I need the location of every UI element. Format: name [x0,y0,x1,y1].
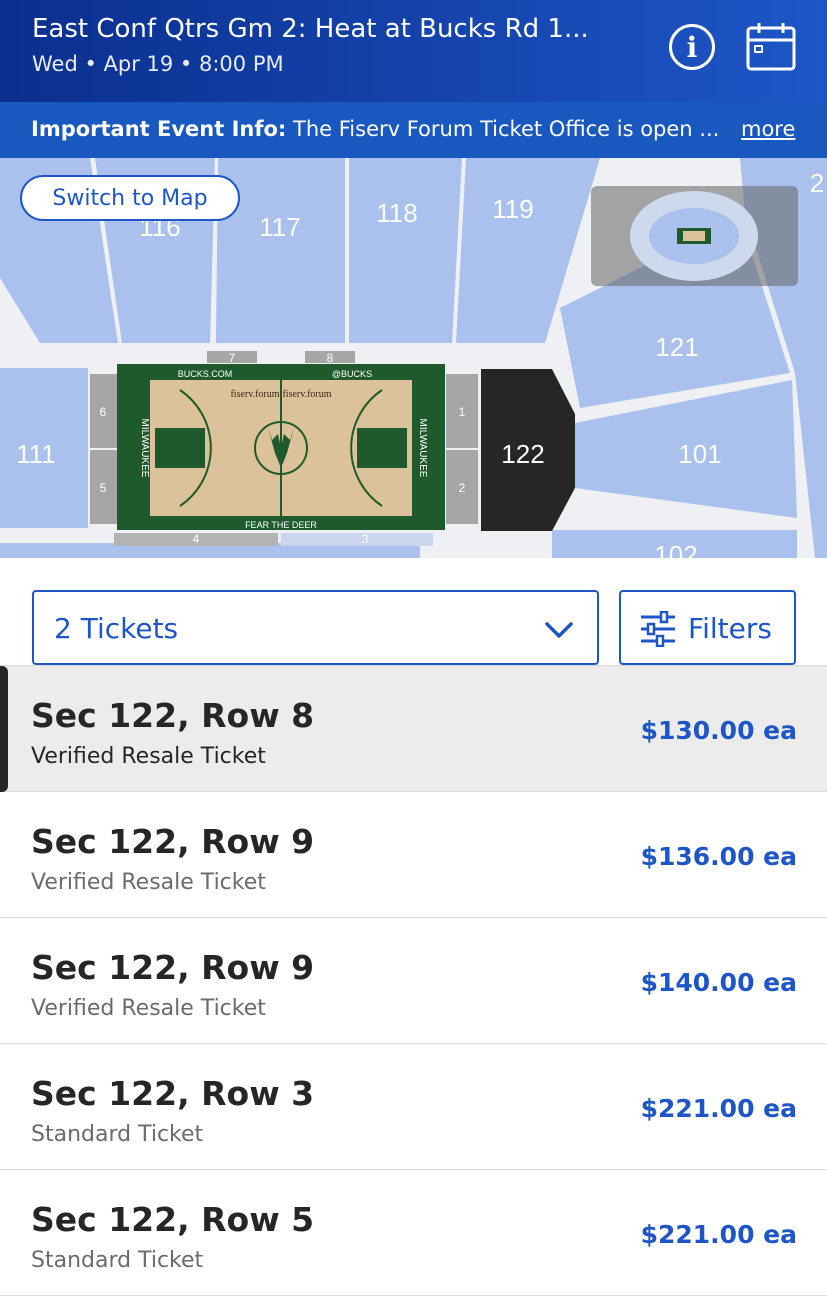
section-label: 118 [376,198,417,228]
court-section-label: 5 [100,481,107,495]
listing-price: $130.00 ea [640,716,797,745]
ticket-listing[interactable]: Sec 122, Row 9 Verified Resale Ticket $1… [0,918,827,1044]
court-text: FEAR THE DEER [245,520,317,530]
event-info-label: Important Event Info: [31,117,287,141]
event-datetime: Wed • Apr 19 • 8:00 PM [32,52,284,76]
ticket-listing[interactable]: Sec 122, Row 5 Standard Ticket $221.00 e… [0,1170,827,1296]
ticket-listing[interactable]: Sec 122, Row 8 Verified Resale Ticket $1… [0,666,827,792]
court-section-label: 7 [229,351,236,365]
ticket-listing[interactable]: Sec 122, Row 9 Verified Resale Ticket $1… [0,792,827,918]
section-label: 111 [16,439,56,469]
arena-overview-thumbnail[interactable] [591,186,798,286]
court-text: BUCKS.COM [178,369,233,379]
info-icon[interactable]: i [669,24,715,70]
ticket-quantity-select[interactable]: 2 Tickets [32,590,599,665]
ticket-listings: Sec 122, Row 8 Verified Resale Ticket $1… [0,666,827,1296]
court-sponsor: fiserv.forum [282,389,331,400]
listing-ticket-type: Verified Resale Ticket [31,744,266,769]
seat-map[interactable]: 116 117 118 119 121 111 122 101 102 2 7 … [0,158,827,558]
listing-ticket-type: Verified Resale Ticket [31,996,266,1021]
listing-price: $136.00 ea [640,842,797,871]
section-label: 102 [654,540,697,558]
listing-controls: 2 Tickets Filters [0,558,827,666]
listing-price: $221.00 ea [640,1220,797,1249]
listing-section-row: Sec 122, Row 3 [31,1074,315,1113]
event-header: East Conf Qtrs Gm 2: Heat at Bucks Rd 1.… [0,0,827,102]
calendar-icon[interactable] [745,20,797,72]
event-info-message: The Fiserv Forum Ticket Office is open .… [293,117,720,141]
filters-button[interactable]: Filters [619,590,796,665]
court-sponsor: fiserv.forum [230,389,279,400]
court-section-3[interactable] [281,533,433,546]
court-text: MILWAUKEE [139,419,150,478]
court-text: @BUCKS [332,369,372,379]
listing-section-row: Sec 122, Row 9 [31,948,315,987]
listing-ticket-type: Standard Ticket [31,1248,204,1273]
court-section-label: 3 [362,532,369,546]
event-info-text: Important Event Info: The Fiserv Forum T… [31,117,723,141]
section-label: 101 [678,439,721,469]
event-title: East Conf Qtrs Gm 2: Heat at Bucks Rd 1.… [32,14,589,44]
sliders-icon [641,611,675,647]
listing-section-row: Sec 122, Row 5 [31,1200,315,1239]
section-118[interactable] [349,158,462,343]
event-info-banner[interactable]: Important Event Info: The Fiserv Forum T… [0,102,827,158]
court-section-label: 6 [100,405,107,419]
listing-price: $140.00 ea [640,968,797,997]
listing-price: $221.00 ea [640,1094,797,1123]
listing-ticket-type: Verified Resale Ticket [31,870,266,895]
arena-thumbnail-icon [630,191,758,281]
court-section-label: 4 [193,532,200,546]
court-section-label: 2 [459,481,466,495]
ticket-quantity-value: 2 Tickets [54,612,179,645]
switch-to-map-button[interactable]: Switch to Map [20,175,240,221]
filters-label: Filters [688,612,772,645]
section-label: 122 [501,439,544,469]
court-section-label: 8 [327,351,334,365]
section-label: 2 [810,168,824,198]
listing-section-row: Sec 122, Row 9 [31,822,315,861]
chevron-down-icon [545,622,573,638]
ticket-listing[interactable]: Sec 122, Row 3 Standard Ticket $221.00 e… [0,1044,827,1170]
section-label: 117 [259,212,300,242]
more-link[interactable]: more [741,117,795,141]
listing-section-row: Sec 122, Row 8 [31,696,315,735]
listing-ticket-type: Standard Ticket [31,1122,204,1147]
court-section-label: 1 [459,405,466,419]
section-label: 119 [492,194,533,224]
section-label: 121 [655,332,698,362]
court-text: MILWAUKEE [417,419,428,478]
